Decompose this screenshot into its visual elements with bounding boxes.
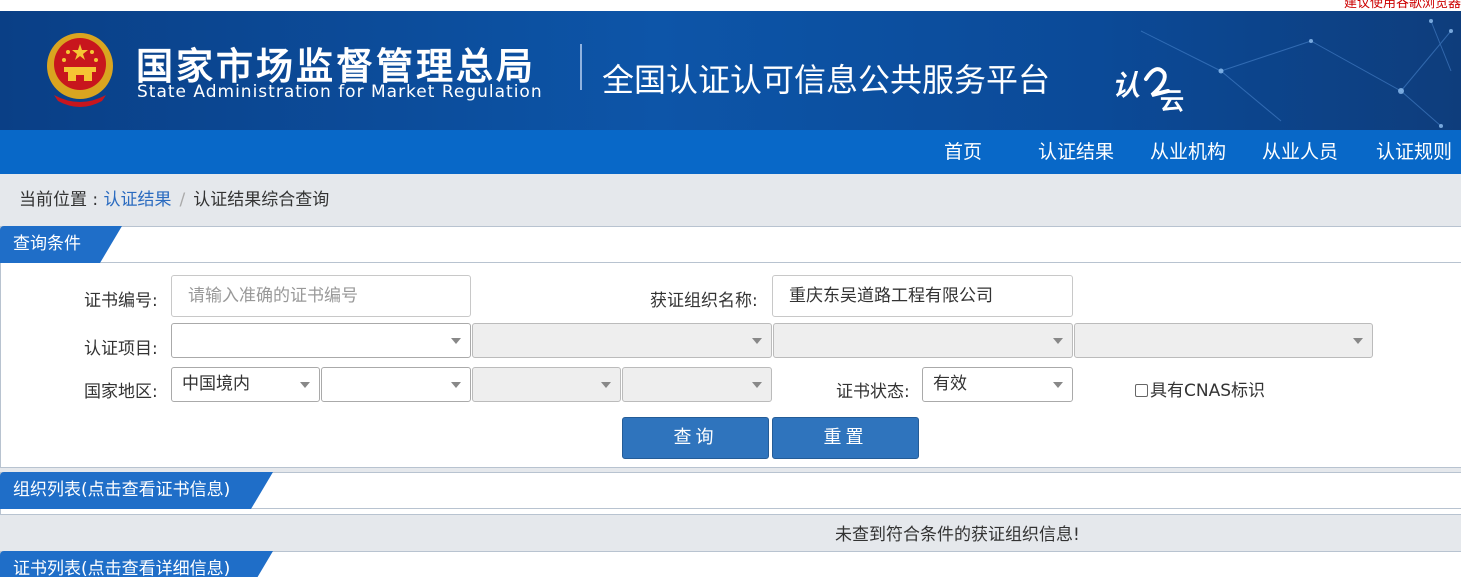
region-select-3[interactable] [472,367,621,402]
project-label: 认证项目: [84,339,158,359]
project-select-3[interactable] [773,323,1073,358]
project-select-4[interactable] [1074,323,1373,358]
org-list-header: 组织列表(点击查看证书信息) [1,473,1461,509]
cnas-checkbox[interactable]: 具有CNAS标识 [1135,376,1265,401]
status-select-value: 有效 [933,374,967,394]
chevron-down-icon [451,338,461,344]
main-nav: 首页 认证结果 从业机构 从业人员 认证规则 [0,130,1461,174]
checkbox-icon[interactable] [1135,384,1148,397]
org-list-panel: 组织列表(点击查看证书信息) [0,472,1461,515]
project-select-2[interactable] [472,323,772,358]
region-select-4[interactable] [622,367,772,402]
nav-rules[interactable]: 认证规则 [1376,130,1452,174]
chevron-down-icon [451,382,461,388]
platform-title: 全国认证认可信息公共服务平台 [602,61,1051,99]
org-name-label: 获证组织名称: [650,291,758,311]
region-select-1[interactable]: 中国境内 [171,367,320,402]
region-select-1-value: 中国境内 [182,374,250,394]
status-select[interactable]: 有效 [922,367,1073,402]
cert-no-label: 证书编号: [84,291,158,311]
cert-list-header: 证书列表(点击查看详细信息) [1,552,1461,577]
chevron-down-icon [752,382,762,388]
breadcrumb-prefix: 当前位置 : [19,190,104,210]
nav-home[interactable]: 首页 [944,130,982,174]
search-button[interactable]: 查询 [622,417,769,459]
chevron-down-icon [1053,382,1063,388]
breadcrumb: 当前位置 : 认证结果 / 认证结果综合查询 [19,185,329,210]
cert-no-input[interactable]: 请输入准确的证书编号 [171,275,471,317]
header-banner: 国家市场监督管理总局 State Administration for Mark… [0,11,1461,130]
nav-personnel[interactable]: 从业人员 [1262,130,1338,174]
cert-list-title: 证书列表(点击查看详细信息) [0,551,273,577]
org-list-title: 组织列表(点击查看证书信息) [0,472,273,509]
header-divider [580,44,582,90]
chevron-down-icon [601,382,611,388]
breadcrumb-separator: / [179,190,186,210]
platform-logo-icon: 认 云 [1112,67,1184,113]
chevron-down-icon [1353,338,1363,344]
svg-text:认: 认 [1112,69,1140,102]
browser-notice: 建议使用谷歌浏览器 [1343,0,1461,11]
nav-cert-results[interactable]: 认证结果 [1038,130,1114,174]
query-panel-header: 查询条件 [1,227,1461,263]
cnas-checkbox-label: 具有CNAS标识 [1150,381,1266,401]
org-name-en: State Administration for Market Regulati… [137,82,543,102]
reset-button[interactable]: 重置 [772,417,919,459]
national-emblem-icon [47,33,113,107]
query-section-title: 查询条件 [0,226,122,263]
org-list-empty-message: 未查到符合条件的获证组织信息! [835,525,1080,545]
breadcrumb-link[interactable]: 认证结果 [104,190,172,210]
breadcrumb-current: 认证结果综合查询 [193,190,330,210]
cert-list-panel: 证书列表(点击查看详细信息) [0,551,1461,577]
org-name-input[interactable]: 重庆东吴道路工程有限公司 [772,275,1073,317]
status-label: 证书状态: [836,382,910,402]
chevron-down-icon [1053,338,1063,344]
svg-text:云: 云 [1160,87,1184,113]
chevron-down-icon [752,338,762,344]
region-select-2[interactable] [321,367,471,402]
nav-institutions[interactable]: 从业机构 [1150,130,1226,174]
project-select-1[interactable] [171,323,471,358]
chevron-down-icon [300,382,310,388]
region-label: 国家地区: [84,382,158,402]
top-strip: 建议使用谷歌浏览器 [0,0,1461,11]
